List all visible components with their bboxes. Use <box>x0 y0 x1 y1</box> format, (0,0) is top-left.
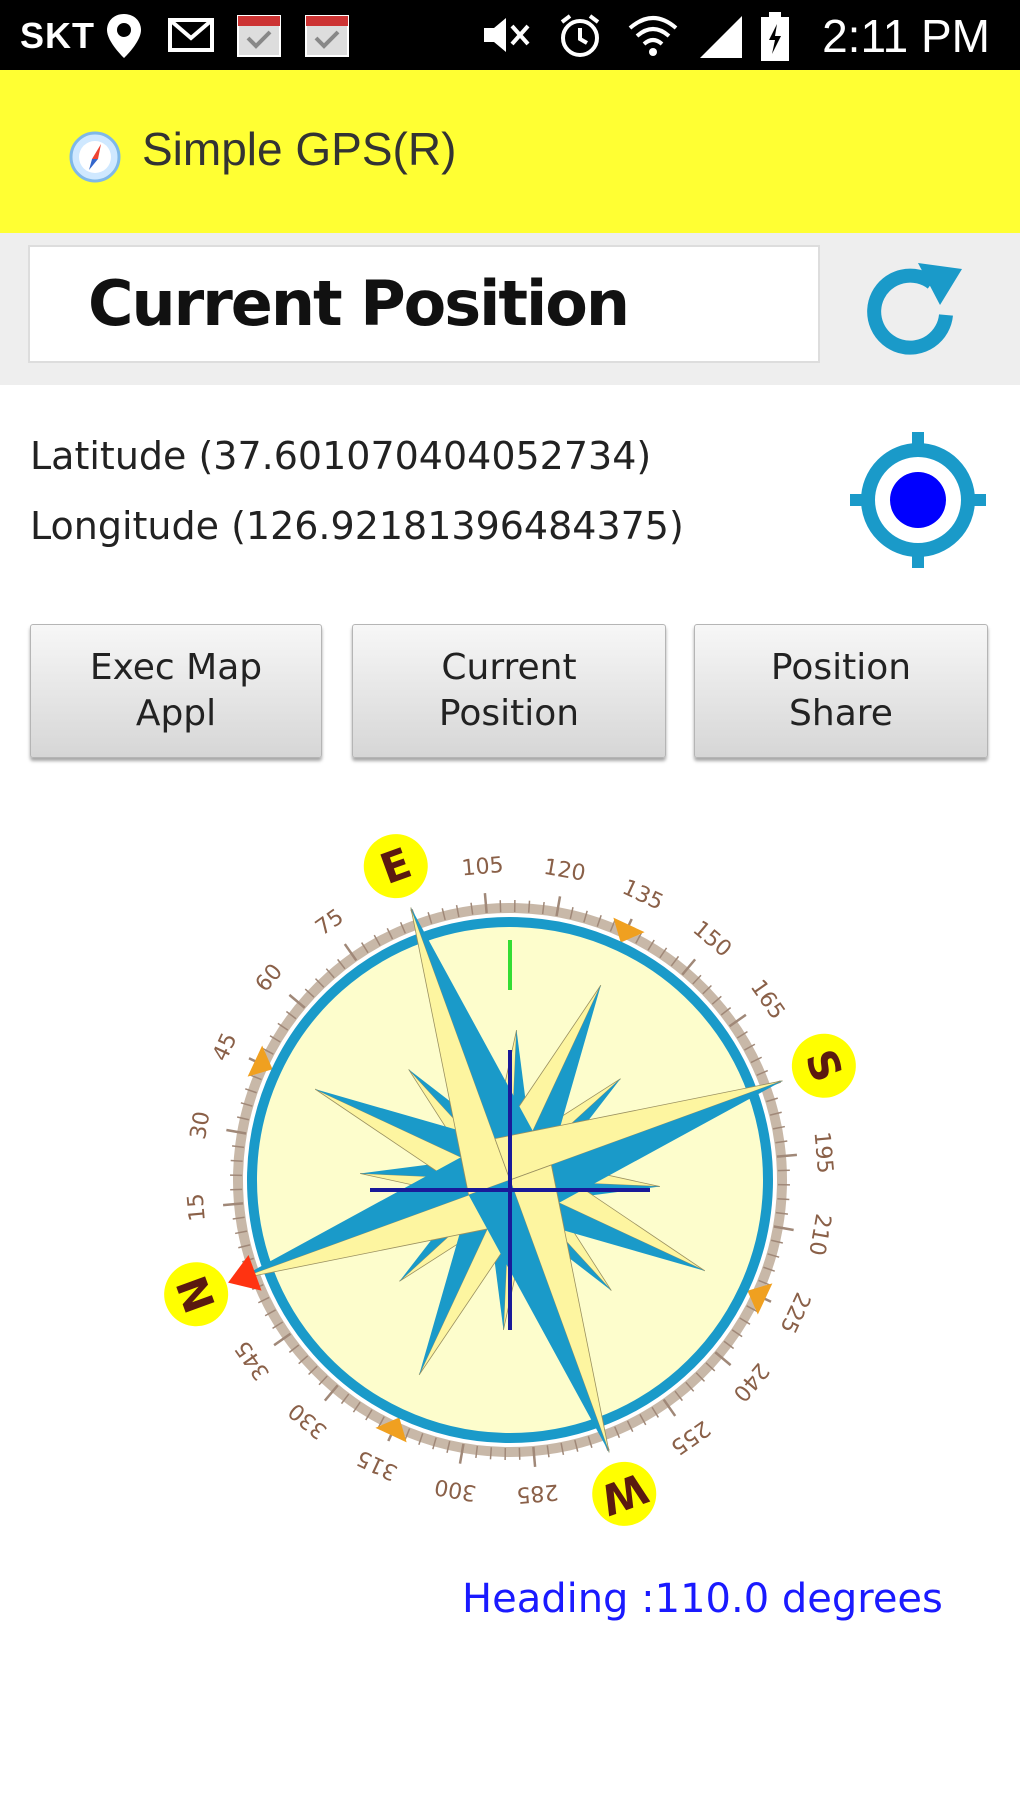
app-compass-icon <box>69 131 121 183</box>
heading-readout: Heading :110.0 degrees <box>462 1576 943 1622</box>
clock-label: 2:11 PM <box>822 10 990 62</box>
longitude-label: Longitude (126.92181396484375) <box>30 504 684 548</box>
exec-map-appl-button[interactable]: Exec Map Appl <box>30 624 322 758</box>
action-bar: Simple GPS(R) <box>0 70 1020 233</box>
compass-tick-label: 120 <box>542 855 588 887</box>
app-title: Simple GPS(R) <box>142 123 457 175</box>
compass-tick-label: 210 <box>803 1212 835 1258</box>
compass-tick-label: 285 <box>515 1479 559 1508</box>
carrier-label: SKT <box>20 15 95 56</box>
refresh-icon[interactable] <box>858 259 968 363</box>
compass-tick-label: 300 <box>433 1473 479 1505</box>
gps-crosshair-icon[interactable] <box>848 430 988 570</box>
compass-tick-label: 135 <box>618 875 667 915</box>
compass-tick-label: 345 <box>231 1336 276 1385</box>
compass-dial: 15 30 4560 75 105 120 135 150165 195 210 225240 255… <box>164 834 856 1526</box>
current-position-button[interactable]: Current Position <box>352 624 666 758</box>
wifi-icon <box>628 16 678 56</box>
signal-icon <box>700 16 742 58</box>
compass-tick-label: 60 <box>251 959 288 997</box>
position-share-button[interactable]: Position Share <box>694 624 988 758</box>
compass-tick-label: 15 <box>184 1192 211 1222</box>
compass-tick-label: 315 <box>353 1444 402 1484</box>
compass-tick-label: 240 <box>727 1358 773 1406</box>
compass-tick-label: 225 <box>774 1288 814 1337</box>
compass-tick-label: 30 <box>186 1110 215 1142</box>
calendar-icon <box>305 15 349 57</box>
compass-tick-label: 75 <box>311 905 348 942</box>
header-panel: Current Position <box>0 233 1020 385</box>
compass-tick-label: 330 <box>284 1397 332 1443</box>
page-title: Current Position <box>88 267 630 340</box>
compass-tick-label: 150 <box>688 916 736 962</box>
compass-tick-label: 105 <box>461 853 505 882</box>
compass-tick-label: 255 <box>666 1415 715 1460</box>
calendar-icon <box>237 15 281 57</box>
compass-tick-label: 45 <box>208 1029 242 1065</box>
alarm-icon <box>560 14 600 57</box>
mail-icon <box>168 18 214 52</box>
location-pin-icon <box>107 14 141 58</box>
status-bar: SKT 2:11 PM <box>0 0 1020 70</box>
compass-tick-label: 195 <box>809 1131 838 1175</box>
compass-tick-label: 165 <box>745 976 790 1025</box>
battery-icon <box>761 12 789 61</box>
page-title-box: Current Position <box>28 245 820 363</box>
mute-icon <box>484 18 530 52</box>
latitude-label: Latitude (37.601070404052734) <box>30 434 652 478</box>
